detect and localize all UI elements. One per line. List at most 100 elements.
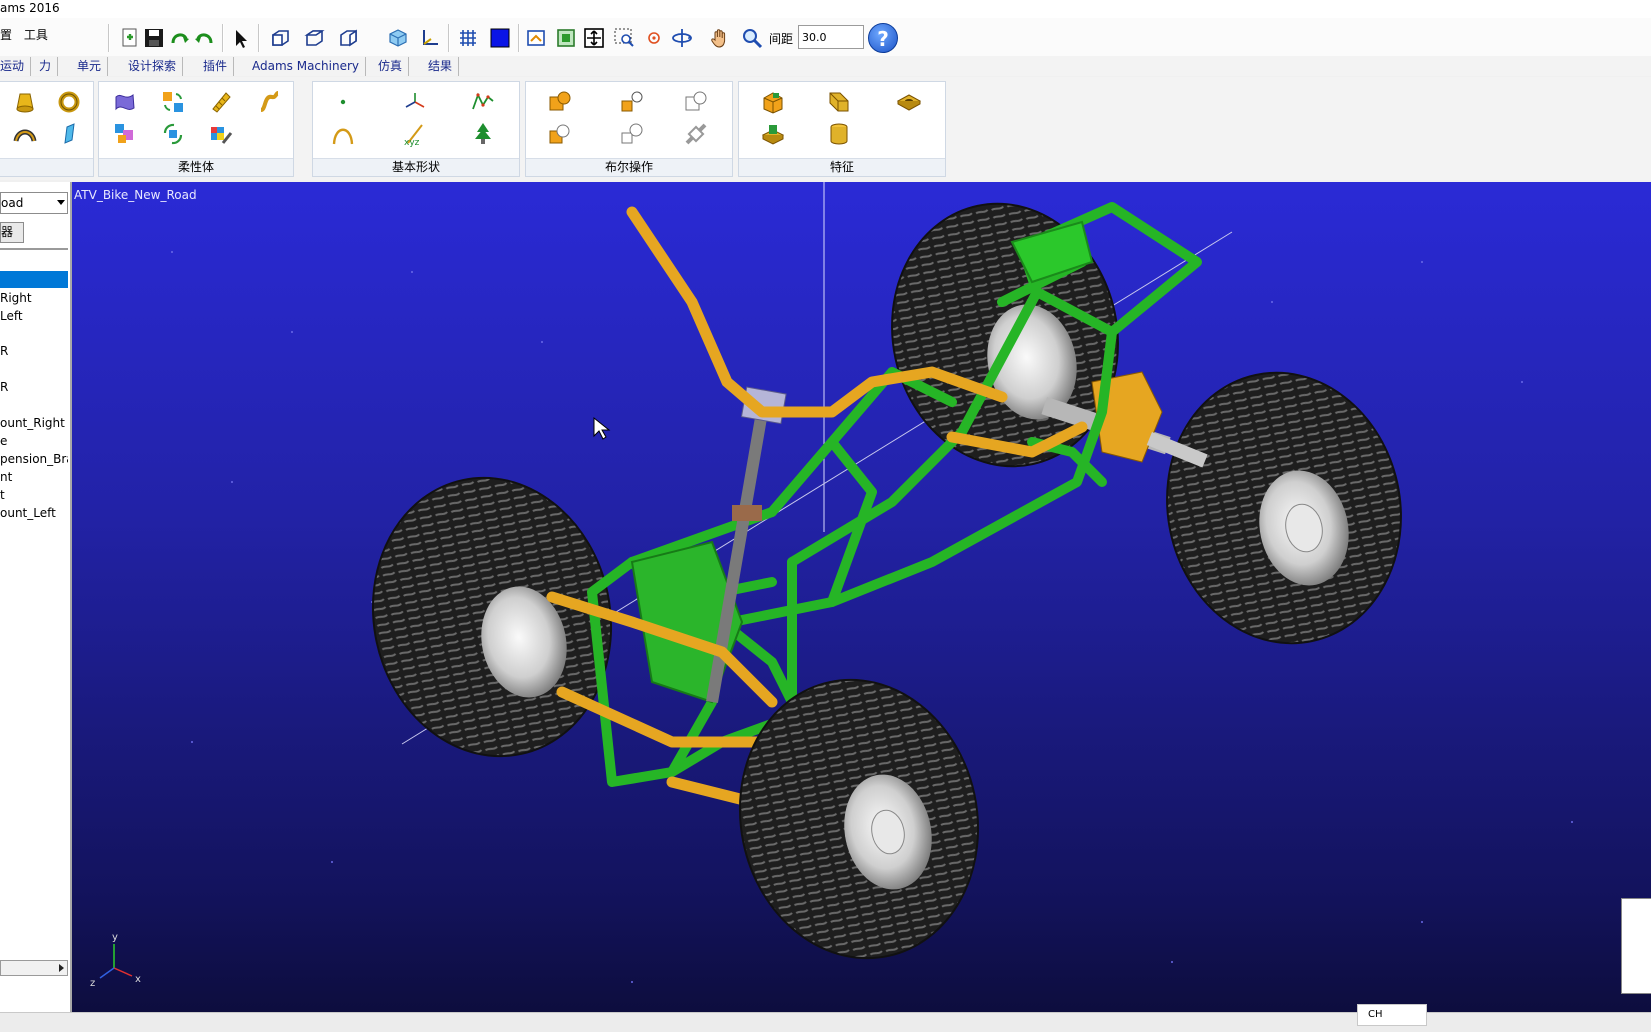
- zoom-extent-button[interactable]: [582, 26, 606, 50]
- side-view-button[interactable]: [336, 26, 360, 50]
- boolean-union-button[interactable]: [546, 88, 574, 116]
- viewflex-button[interactable]: [207, 88, 235, 116]
- union-icon: [549, 91, 571, 111]
- panel-label-solids: [0, 158, 93, 176]
- tab-motion[interactable]: 运动: [0, 57, 32, 76]
- frustum-icon: [16, 93, 34, 113]
- render-mode-button[interactable]: [524, 26, 548, 50]
- iso-view-button[interactable]: [386, 26, 410, 50]
- cone-stack-button[interactable]: [469, 120, 497, 148]
- shell-button[interactable]: [825, 120, 853, 148]
- scroll-right-arrow-icon[interactable]: [59, 964, 64, 972]
- marker-button[interactable]: [401, 88, 429, 116]
- grid-spacing-label: 间距: [769, 32, 794, 46]
- frustum-button[interactable]: [11, 88, 39, 116]
- tree-selected-row[interactable]: [0, 271, 68, 288]
- toolbar-separator: [448, 24, 450, 52]
- boolean-cut-button[interactable]: [682, 88, 710, 116]
- flex-edit-button[interactable]: [207, 120, 235, 148]
- tree-item[interactable]: ount_Right: [0, 416, 68, 430]
- expand-arrows-icon: [584, 28, 604, 48]
- pan-view-button[interactable]: [708, 26, 732, 50]
- plate-button[interactable]: [55, 120, 83, 148]
- rotate-view-button[interactable]: [670, 26, 694, 50]
- model-dropdown[interactable]: oad: [0, 192, 68, 214]
- tree-item[interactable]: R: [0, 344, 68, 358]
- tree-item[interactable]: R: [0, 380, 68, 394]
- side-popup-window[interactable]: [1621, 898, 1651, 994]
- main-toolbar: 置 工具 间距 30.0 ?: [0, 18, 1651, 58]
- horizontal-scrollbar[interactable]: [0, 960, 68, 976]
- front-view-button[interactable]: [268, 26, 292, 50]
- undo-button[interactable]: [192, 26, 216, 50]
- tab-plugins[interactable]: 插件: [197, 57, 235, 76]
- polyline-icon: [472, 92, 494, 110]
- ime-indicator[interactable]: CH: [1357, 1004, 1427, 1026]
- flex-rigid-swap-button[interactable]: [159, 88, 187, 116]
- flex-cycle-button[interactable]: [159, 120, 187, 148]
- arc-button[interactable]: [329, 120, 357, 148]
- select-tool-button[interactable]: [230, 26, 254, 50]
- point-button[interactable]: [329, 88, 357, 116]
- boolean-intersect-button[interactable]: [618, 88, 646, 116]
- cylinder-icon: [830, 123, 848, 145]
- flex-link-button[interactable]: [255, 88, 283, 116]
- floppy-disk-icon: [145, 29, 163, 47]
- chamfer-cube-icon: [763, 92, 783, 114]
- xyz-line-icon: xyz: [404, 124, 423, 147]
- tab-forces[interactable]: 力: [33, 57, 59, 76]
- fillet-button[interactable]: [825, 88, 853, 116]
- torus-button[interactable]: [55, 88, 83, 116]
- help-button[interactable]: ?: [868, 23, 898, 53]
- fit-view-button[interactable]: [554, 26, 578, 50]
- tree-item[interactable]: Left: [0, 309, 68, 323]
- join-icon: [549, 124, 570, 144]
- boss-button[interactable]: [759, 120, 787, 148]
- tab-simulation[interactable]: 仿真: [372, 57, 410, 76]
- tab-browser[interactable]: 器: [0, 222, 24, 243]
- flex-body-button[interactable]: [111, 88, 139, 116]
- triad-z-label: z: [90, 978, 95, 989]
- redo-button[interactable]: [168, 26, 192, 50]
- coordinate-axes-button[interactable]: [418, 26, 442, 50]
- color-button[interactable]: [488, 26, 512, 50]
- polyline-button[interactable]: [469, 88, 497, 116]
- top-view-button[interactable]: [302, 26, 326, 50]
- model-browser: oad 器 Right Left R R ount_Right e pensio…: [0, 182, 72, 1012]
- triad-x-label: x: [135, 974, 141, 985]
- link-button[interactable]: [11, 120, 39, 148]
- boolean-chain-button[interactable]: [618, 120, 646, 148]
- zoom-box-button[interactable]: [612, 26, 636, 50]
- tree-item[interactable]: t: [0, 488, 68, 502]
- tab-adams-machinery[interactable]: Adams Machinery: [246, 57, 366, 76]
- hole-button[interactable]: [895, 88, 923, 116]
- tree-item[interactable]: Right: [0, 291, 68, 305]
- boolean-join-button[interactable]: [546, 120, 574, 148]
- adams-window: ams 2016 置 工具 间距 30.0 ? 运动 力 单元 设计探索 插件 …: [0, 0, 1651, 1032]
- tab-results[interactable]: 结果: [422, 57, 460, 76]
- model-dropdown-value: oad: [1, 196, 24, 210]
- boss-icon: [761, 125, 785, 145]
- tree-item[interactable]: ount_Left: [0, 506, 68, 520]
- tree-item[interactable]: nt: [0, 470, 68, 484]
- menu-item-tools[interactable]: 工具: [24, 28, 48, 42]
- chamfer-button[interactable]: [759, 88, 787, 116]
- graphics-viewport[interactable]: y x z ATV_Bike_New_Road: [72, 182, 1651, 1012]
- center-view-button[interactable]: [642, 26, 666, 50]
- tree-item[interactable]: e: [0, 434, 68, 448]
- boolean-split-button[interactable]: [682, 120, 710, 148]
- axes-icon: [423, 30, 438, 45]
- zoom-button[interactable]: [740, 26, 764, 50]
- save-button[interactable]: [142, 26, 166, 50]
- tab-design-exploration[interactable]: 设计探索: [122, 57, 184, 76]
- cube-side-view-icon: [340, 29, 357, 47]
- menu-item-settings[interactable]: 置: [0, 28, 12, 42]
- tab-elements[interactable]: 单元: [71, 57, 109, 76]
- spline-xyz-button[interactable]: xyz: [397, 120, 433, 148]
- grid-spacing-input[interactable]: [798, 25, 864, 49]
- tree-item[interactable]: pension_Bra: [0, 452, 68, 466]
- render-window-icon: [527, 30, 545, 46]
- flex-stack-button[interactable]: [111, 120, 139, 148]
- new-model-button[interactable]: [118, 26, 142, 50]
- mesh-view-button[interactable]: [456, 26, 480, 50]
